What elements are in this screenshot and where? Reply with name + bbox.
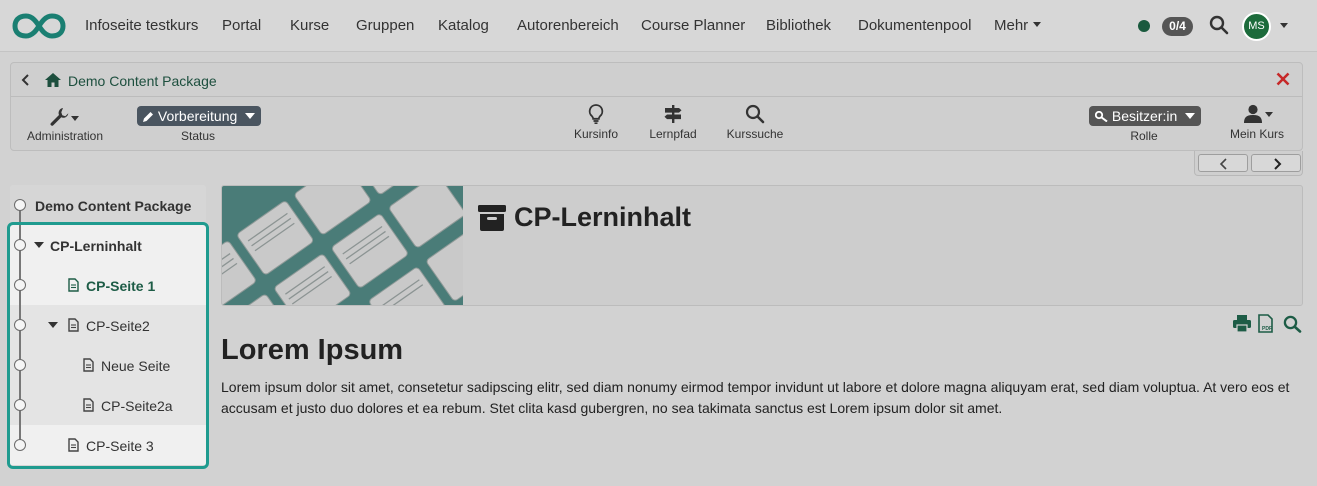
avatar[interactable]: MS [1242, 12, 1271, 41]
status-value: Vorbereitung [157, 108, 238, 124]
nav-course-planner[interactable]: Course Planner [641, 17, 745, 34]
home-icon[interactable] [45, 73, 61, 87]
kurssuche-label: Kurssuche [726, 127, 784, 141]
focus-highlight-frame [7, 222, 209, 469]
course-toolbar: Demo Content Package Administration Vorb… [10, 62, 1303, 151]
search-icon[interactable] [1209, 15, 1229, 35]
nav-mehr-label: Mehr [994, 17, 1029, 34]
breadcrumb: Demo Content Package [11, 63, 1302, 97]
tree-node-circle [14, 199, 26, 211]
signpost-icon [664, 105, 682, 123]
chevron-down-icon [1185, 113, 1196, 119]
status-label: Status [180, 129, 216, 143]
content-heading: Lorem Ipsum [221, 334, 404, 366]
content-paragraph: Lorem ipsum dolor sit amet, consetetur s… [221, 379, 1290, 416]
top-navigation: Infoseite testkurs Portal Kurse Gruppen … [0, 0, 1317, 52]
course-title-link[interactable]: Demo Content Package [68, 73, 217, 89]
chevron-right-icon [1274, 158, 1282, 170]
mein-kurs-label: Mein Kurs [1229, 127, 1285, 141]
role-label: Rolle [1130, 129, 1158, 143]
role-pill: Besitzer:in [1089, 106, 1202, 126]
search-icon [745, 104, 765, 124]
archive-icon [478, 205, 506, 231]
search-icon[interactable] [1283, 315, 1302, 333]
nav-dokumentenpool[interactable]: Dokumentenpool [858, 17, 971, 34]
user-icon [1244, 104, 1273, 123]
tree-root-item[interactable]: Demo Content Package [10, 185, 206, 225]
wrench-icon [50, 108, 79, 126]
tree-root-label: Demo Content Package [35, 198, 192, 214]
role-value: Besitzer:in [1111, 108, 1178, 124]
nav-katalog[interactable]: Katalog [438, 17, 489, 34]
nav-mehr[interactable]: Mehr [994, 17, 1042, 34]
kurssuche-button[interactable]: Kurssuche [723, 104, 787, 141]
online-status-indicator [1138, 20, 1150, 32]
nav-bibliothek[interactable]: Bibliothek [766, 17, 831, 34]
next-page-button[interactable] [1251, 154, 1301, 172]
nav-autorenbereich[interactable]: Autorenbereich [517, 17, 619, 34]
administration-menu[interactable]: Administration [25, 106, 105, 143]
key-icon [1094, 110, 1108, 123]
nav-gruppen[interactable]: Gruppen [356, 17, 414, 34]
page-navigation [1194, 151, 1303, 176]
pdf-icon[interactable]: PDF [1258, 314, 1275, 333]
chevron-down-icon [245, 113, 256, 119]
back-arrow-icon[interactable] [21, 74, 31, 86]
administration-label: Administration [26, 129, 104, 143]
close-icon[interactable] [1276, 72, 1290, 86]
status-pill: Vorbereitung [137, 106, 262, 126]
pencil-icon [143, 112, 153, 122]
svg-text:PDF: PDF [1262, 326, 1272, 332]
previous-page-button[interactable] [1198, 154, 1248, 172]
chevron-down-icon[interactable] [1280, 23, 1288, 28]
lernpfad-button[interactable]: Lernpfad [643, 104, 703, 141]
course-banner-image [222, 186, 463, 305]
kursinfo-label: Kursinfo [573, 127, 619, 141]
print-icon[interactable] [1233, 315, 1251, 332]
chevron-left-icon [1219, 158, 1227, 170]
progress-counter-badge[interactable]: 0/4 [1162, 17, 1193, 36]
nav-infoseite-testkurs[interactable]: Infoseite testkurs [85, 17, 198, 34]
role-dropdown[interactable]: Besitzer:in Rolle [1089, 106, 1202, 143]
mein-kurs-menu[interactable]: Mein Kurs [1223, 104, 1291, 141]
content-header: CP-Lerninhalt [221, 185, 1303, 306]
nav-portal[interactable]: Portal [222, 17, 261, 34]
lernpfad-label: Lernpfad [649, 127, 697, 141]
page-title: CP-Lerninhalt [514, 202, 692, 232]
kursinfo-button[interactable]: Kursinfo [566, 104, 626, 141]
status-dropdown[interactable]: Vorbereitung Status [137, 106, 262, 143]
chevron-down-icon [1033, 22, 1042, 27]
nav-kurse[interactable]: Kurse [290, 17, 329, 34]
lightbulb-icon [588, 104, 604, 125]
infinity-logo-icon[interactable] [12, 10, 66, 42]
